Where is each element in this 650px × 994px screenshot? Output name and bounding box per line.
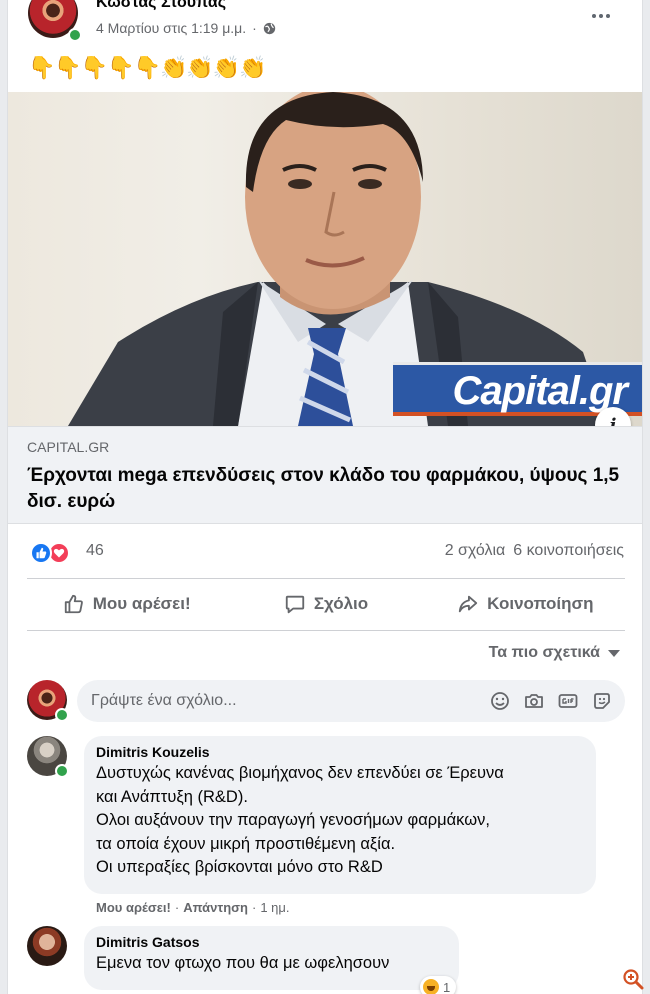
reactions-summary: 46 2 σχόλια 6 κοινοποιήσεις — [8, 536, 642, 568]
post-header: Κωστας Στουπας 4 Μαρτίου στις 1:19 μ.μ. … — [8, 0, 642, 46]
comment-sort-label: Τα πιο σχετικά — [488, 644, 600, 661]
engagement-stats: 2 σχόλια 6 κοινοποιήσεις — [445, 542, 624, 560]
comment-like-link[interactable]: Μου αρέσει! — [96, 900, 171, 915]
comment-sort-dropdown[interactable]: Τα πιο σχετικά — [489, 644, 620, 662]
like-button[interactable]: Μου αρέσει! — [27, 581, 226, 627]
comment-bubble: Dimitris Gatsos Εμενα τον φτωχο που θα μ… — [84, 926, 459, 990]
comment-composer[interactable] — [77, 680, 625, 722]
camera-icon[interactable] — [523, 690, 545, 712]
more-dot-icon — [592, 14, 596, 18]
like-reaction-icon[interactable] — [30, 542, 52, 564]
shares-count[interactable]: 6 κοινοποιήσεις — [513, 542, 624, 560]
comment-reply-link[interactable]: Απάντηση — [183, 900, 248, 915]
action-separator: · — [251, 900, 257, 915]
author-name[interactable]: Κωστας Στουπας — [96, 0, 226, 12]
post-actions: Μου αρέσει! Σχόλιο Κοινοποίηση — [27, 581, 625, 627]
link-domain: CAPITAL.GR — [27, 439, 110, 455]
comment-text-line: και Ανάπτυξη (R&D). — [96, 787, 248, 806]
comment-icon — [285, 595, 304, 614]
comment-text-line: Ολοι αυξάνουν την παραγωγή γενοσήμων φαρ… — [96, 811, 490, 829]
comment-button-label: Σχόλιο — [313, 594, 369, 613]
action-separator: · — [174, 900, 180, 915]
link-preview-info[interactable]: CAPITAL.GR Έρχονται mega επενδύσεις στον… — [8, 426, 642, 524]
comment-bubble: Dimitris Kouzelis Δυστυχώς κανένας βιομή… — [84, 736, 596, 894]
comment-reaction-badge[interactable]: 1 — [420, 976, 457, 994]
comment-text-line: Δυστυχώς κανένας βιομήχανος δεν επενδύει… — [96, 764, 504, 782]
divider — [27, 578, 625, 579]
more-dot-icon — [606, 14, 610, 18]
comment-time[interactable]: 1 ημ. — [260, 900, 289, 915]
online-indicator — [55, 764, 69, 778]
more-dot-icon — [599, 14, 603, 18]
comment-author-avatar[interactable] — [27, 926, 67, 966]
comment-input[interactable] — [91, 680, 471, 722]
comment-author[interactable]: Dimitris Gatsos — [96, 934, 447, 950]
comment-text-line: Οι υπεραξίες βρίσκονται μόνο στο R&D — [96, 858, 383, 876]
thumbs-up-icon — [64, 594, 83, 614]
share-icon — [458, 595, 478, 613]
zoom-in-icon[interactable] — [622, 968, 644, 990]
online-indicator — [55, 708, 69, 722]
meta-separator: · — [252, 20, 257, 36]
link-preview-image[interactable]: Capital.gr — [8, 92, 642, 426]
comment-text-line: Εμενα τον φτωχο που θα με ωφελησουν — [96, 954, 390, 972]
sticker-icon[interactable] — [591, 690, 613, 712]
composer-tools — [489, 690, 613, 712]
comment-text-line: τα οποία έχουν μικρή προστιθέμενη αξία. — [96, 834, 396, 853]
comment-actions: Μου αρέσει! · Απάντηση · 1 ημ. — [96, 900, 290, 915]
caret-down-icon — [608, 649, 620, 657]
gif-icon[interactable] — [557, 690, 579, 712]
post-date[interactable]: 4 Μαρτίου στις 1:19 μ.μ. — [96, 20, 246, 36]
post-text: 👇👇👇👇👇👏👏👏👏 — [28, 55, 267, 80]
globe-icon[interactable] — [263, 22, 276, 35]
facebook-post: Κωστας Στουπας 4 Μαρτίου στις 1:19 μ.μ. … — [7, 0, 643, 994]
reaction-count[interactable]: 46 — [86, 542, 104, 560]
comment-reaction-count: 1 — [443, 979, 451, 994]
divider — [27, 630, 625, 631]
haha-reaction-icon — [423, 979, 439, 994]
online-indicator — [68, 28, 82, 42]
comment-button[interactable]: Σχόλιο — [226, 581, 425, 627]
capital-logo-text: Capital.gr — [452, 369, 628, 413]
post-meta: 4 Μαρτίου στις 1:19 μ.μ. · — [96, 20, 276, 36]
comment-author[interactable]: Dimitris Kouzelis — [96, 744, 584, 760]
emoji-icon[interactable] — [489, 690, 511, 712]
share-button-label: Κοινοποίηση — [487, 594, 594, 613]
more-options-button[interactable] — [586, 4, 616, 28]
share-button[interactable]: Κοινοποίηση — [426, 581, 625, 627]
like-button-label: Μου αρέσει! — [92, 594, 191, 613]
comments-count[interactable]: 2 σχόλια — [445, 542, 506, 560]
link-title[interactable]: Έρχονται mega επενδύσεις στον κλάδο του … — [27, 463, 627, 515]
